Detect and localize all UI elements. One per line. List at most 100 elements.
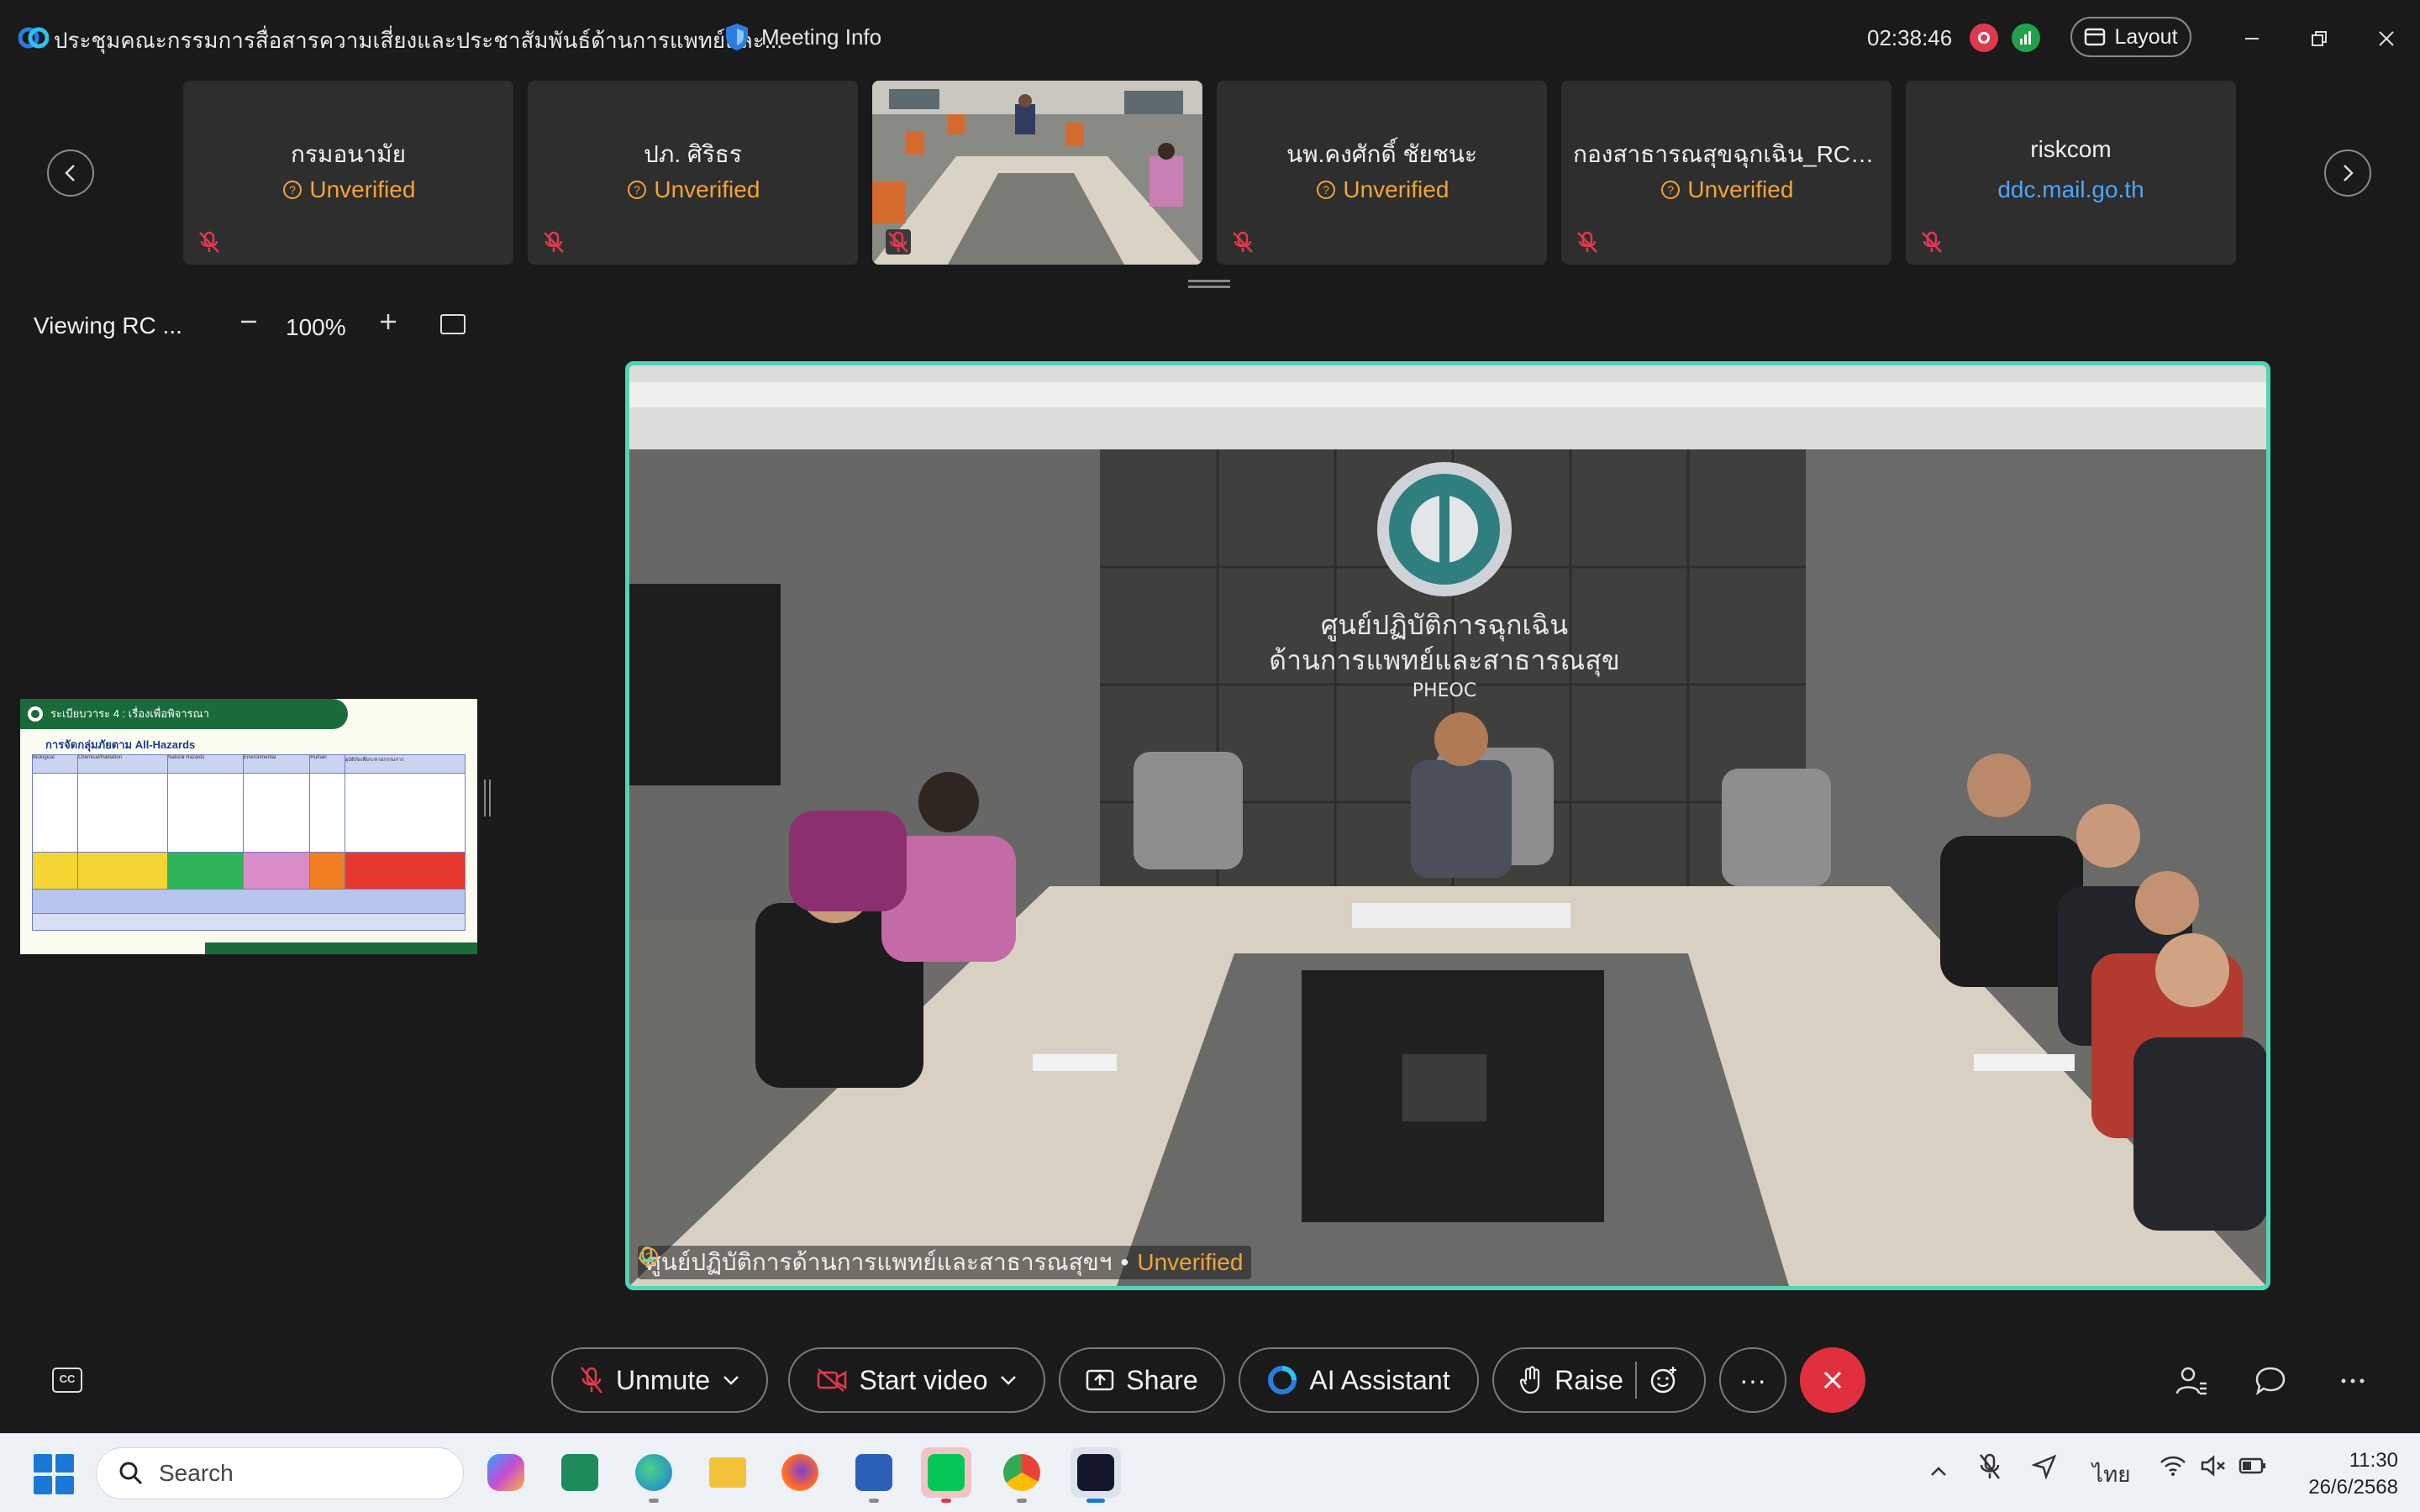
muted-mic-icon bbox=[199, 231, 219, 253]
chevron-up-icon bbox=[1931, 1467, 1946, 1476]
reactions-icon[interactable] bbox=[1649, 1365, 1679, 1395]
muted-mic-icon bbox=[886, 229, 911, 255]
participants-icon bbox=[2175, 1367, 2207, 1395]
speaker-status: Unverified bbox=[1137, 1249, 1244, 1275]
wall-sign-line1: ศูนย์ปฏิบัติการฉุกเฉิน bbox=[1321, 609, 1568, 642]
mic-muted-tray-icon[interactable] bbox=[1978, 1452, 2002, 1487]
firefox-icon bbox=[781, 1454, 818, 1491]
show-hidden-icons-button[interactable] bbox=[1929, 1457, 1948, 1483]
running-indicator bbox=[649, 1499, 659, 1503]
muted-mic-icon bbox=[1233, 231, 1253, 253]
battery-tray-icon[interactable] bbox=[2238, 1456, 2267, 1482]
strip-resize-handle[interactable] bbox=[1188, 280, 1230, 288]
participant-tile[interactable]: riskcom ddc.mail.go.th bbox=[1906, 81, 2236, 265]
running-indicator bbox=[1017, 1499, 1027, 1503]
participant-name: กองสาธารณสุขฉุกเฉิน_RC_ส... bbox=[1573, 141, 1891, 167]
end-call-button[interactable] bbox=[1800, 1347, 1865, 1413]
taskbar-search[interactable]: Search bbox=[96, 1447, 464, 1499]
share-button[interactable]: Share bbox=[1059, 1347, 1225, 1413]
line-icon bbox=[928, 1454, 965, 1491]
active-speaker-video[interactable]: ศูนย์ปฏิบัติการฉุกเฉิน ด้านการแพทย์และสา… bbox=[625, 361, 2270, 1290]
restore-button[interactable] bbox=[2301, 20, 2338, 57]
participant-tile[interactable]: กรมอนามัย ? Unverified bbox=[183, 81, 513, 265]
network-health-icon[interactable] bbox=[2012, 24, 2040, 52]
minimize-icon bbox=[2245, 38, 2259, 39]
info-icon: ? bbox=[1660, 181, 1680, 199]
ministry-emblem-icon bbox=[26, 705, 45, 723]
ai-assistant-button[interactable]: AI Assistant bbox=[1239, 1347, 1479, 1413]
meeting-app[interactable] bbox=[555, 1447, 605, 1498]
shared-content-slide[interactable]: ระเบียบวาระ 4 : เรื่องเพื่อพิจารณา การจั… bbox=[20, 699, 477, 954]
running-indicator bbox=[869, 1499, 879, 1503]
fit-screen-button[interactable] bbox=[440, 314, 466, 334]
chevron-down-icon[interactable] bbox=[999, 1374, 1018, 1386]
chat-button[interactable] bbox=[2252, 1362, 2289, 1399]
input-language[interactable]: ไทย bbox=[2092, 1457, 2130, 1492]
word-app[interactable] bbox=[849, 1447, 899, 1503]
meeting-info-button[interactable]: Meeting Info bbox=[724, 22, 881, 52]
volume-tray-icon[interactable] bbox=[2200, 1454, 2227, 1483]
video-off-icon bbox=[817, 1368, 846, 1392]
clock-date: 26/6/2568 bbox=[2308, 1476, 2398, 1499]
chrome-icon bbox=[1003, 1454, 1040, 1491]
webex-logo-icon bbox=[18, 27, 49, 49]
zoom-out-button[interactable] bbox=[232, 306, 266, 339]
participant-status: ? Unverified bbox=[528, 176, 858, 203]
minimize-button[interactable] bbox=[2233, 20, 2270, 57]
webex-icon bbox=[1077, 1454, 1114, 1491]
windows-start-button[interactable] bbox=[34, 1454, 74, 1494]
panel-resize-handle[interactable] bbox=[484, 780, 491, 816]
location-tray-icon[interactable] bbox=[2031, 1454, 2057, 1485]
windows-taskbar: Search ไทย 11:30 26/6/2568 bbox=[0, 1433, 2420, 1512]
meeting-timer: 02:38:46 bbox=[1867, 25, 1953, 50]
zoom-in-button[interactable] bbox=[371, 306, 405, 339]
slide-subtitle: การจัดกลุ่มภัยตาม All-Hazards bbox=[45, 738, 196, 751]
participants-button[interactable] bbox=[2173, 1362, 2210, 1399]
file-explorer-app[interactable] bbox=[702, 1447, 753, 1498]
strip-next-button[interactable] bbox=[2324, 150, 2371, 197]
edge-browser-app[interactable] bbox=[629, 1447, 679, 1503]
hazard-col-header: Environmental bbox=[242, 753, 311, 774]
room-video-thumbnail bbox=[872, 81, 1202, 265]
more-options-button[interactable]: ··· bbox=[1719, 1347, 1786, 1413]
viewing-label: Viewing RC ... bbox=[34, 312, 182, 339]
layout-button[interactable]: Layout bbox=[2070, 17, 2191, 57]
running-indicator bbox=[1086, 1499, 1105, 1503]
muted-mic-icon bbox=[1922, 231, 1942, 253]
info-icon: ? bbox=[639, 1247, 658, 1266]
hazard-col-header: Human bbox=[309, 753, 345, 774]
search-icon bbox=[119, 1462, 143, 1485]
edge-icon bbox=[635, 1454, 672, 1491]
minus-icon bbox=[241, 320, 256, 323]
closed-captions-button[interactable]: CC bbox=[52, 1368, 82, 1393]
unmute-label: Unmute bbox=[615, 1364, 711, 1395]
participant-tile[interactable]: นพ.คงศักดิ์ ชัยชนะ ? Unverified bbox=[1217, 81, 1547, 265]
conference-room-scene: ศูนย์ปฏิบัติการฉุกเฉิน ด้านการแพทย์และสา… bbox=[629, 365, 2266, 1286]
chevron-down-icon[interactable] bbox=[722, 1374, 740, 1386]
participant-status: ? Unverified bbox=[1217, 176, 1547, 203]
raise-hand-button[interactable]: Raise bbox=[1492, 1347, 1706, 1413]
unmute-button[interactable]: Unmute bbox=[551, 1347, 768, 1413]
participant-tile[interactable]: กองสาธารณสุขฉุกเฉิน_RC_ส... ? Unverified bbox=[1561, 81, 1891, 265]
meeting-title: ประชุมคณะกรรมการสื่อสารความเสี่ยงและประช… bbox=[54, 28, 783, 53]
wifi-tray-icon[interactable] bbox=[2160, 1454, 2186, 1483]
raise-label: Raise bbox=[1555, 1364, 1623, 1395]
copilot-app[interactable] bbox=[481, 1447, 531, 1498]
line-app[interactable] bbox=[921, 1447, 971, 1503]
taskbar-clock[interactable]: 11:30 26/6/2568 bbox=[2292, 1447, 2398, 1501]
muted-mic-icon bbox=[580, 1367, 602, 1394]
muted-mic-icon bbox=[1980, 1453, 2000, 1479]
webex-app[interactable] bbox=[1071, 1447, 1121, 1503]
firefox-app[interactable] bbox=[775, 1447, 825, 1498]
strip-prev-button[interactable] bbox=[47, 150, 94, 197]
chrome-app[interactable] bbox=[997, 1447, 1047, 1503]
participant-tile[interactable]: ปภ. ศิริธร ? Unverified bbox=[528, 81, 858, 265]
participant-video-tile[interactable] bbox=[872, 81, 1202, 265]
volume-muted-icon bbox=[2201, 1455, 2225, 1477]
more-panels-button[interactable] bbox=[2334, 1362, 2371, 1399]
divider bbox=[1634, 1362, 1637, 1399]
speaker-name: ศูนย์ปฏิบัติการด้านการแพทย์และสาธารณสุขฯ bbox=[646, 1249, 1113, 1275]
start-video-button[interactable]: Start video bbox=[788, 1347, 1045, 1413]
recording-icon[interactable] bbox=[1970, 24, 1998, 52]
close-window-button[interactable] bbox=[2368, 20, 2405, 57]
